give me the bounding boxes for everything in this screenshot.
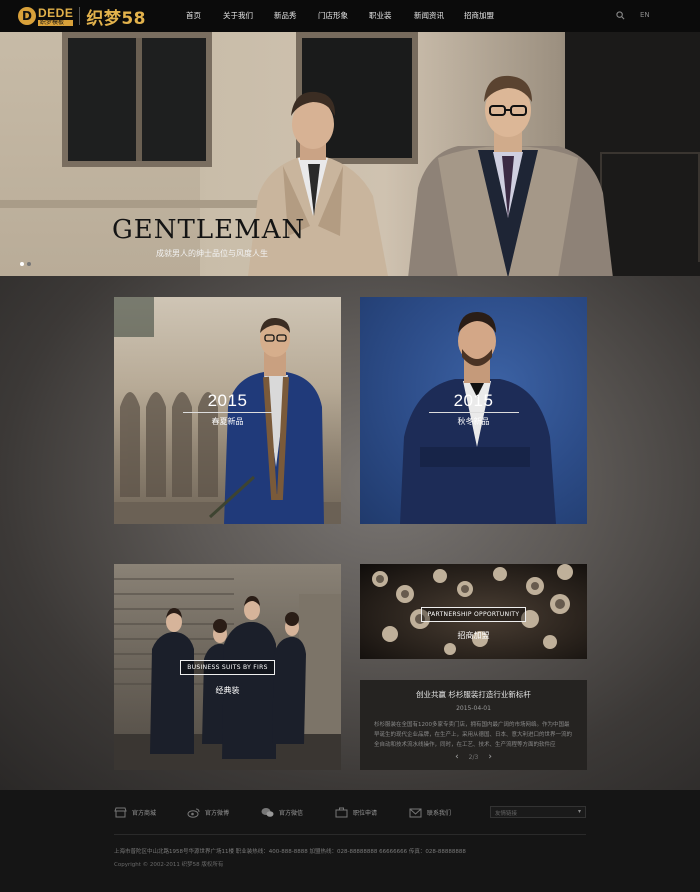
select-placeholder: 友情链接: [495, 811, 518, 817]
tile-partnership[interactable]: PARTNERSHIP OPPORTUNITY 招商加盟: [360, 564, 587, 659]
friend-links-select[interactable]: 友情链接 ▾: [490, 806, 586, 818]
logo[interactable]: D DEDE 织梦模板 织梦58: [18, 5, 147, 29]
partnership-caption: PARTNERSHIP OPPORTUNITY: [420, 607, 527, 622]
nav-news[interactable]: 新闻资讯: [414, 10, 444, 21]
next-arrow-icon[interactable]: ›: [488, 752, 492, 762]
site-footer: 官方商城 官方微博 官方微信 职位申请 联系我们 友情链接 ▾ 上海市普陀区中山…: [0, 790, 700, 892]
footer-link-contact[interactable]: 联系我们: [409, 807, 451, 818]
tile-year: 2015: [207, 391, 248, 410]
tile-season: 秋冬新品: [457, 417, 490, 426]
shop-icon: [114, 807, 127, 818]
tile-autumn-winter[interactable]: 2015 秋冬新品: [360, 297, 587, 524]
footer-link-label: 官方微博: [205, 810, 230, 817]
product-showcase: 2015 春夏新品 2015 秋冬新品 BUSINESS SUITS BY FI…: [0, 276, 700, 790]
logo-brand: 织梦58: [86, 8, 147, 29]
tile-caption: 招商加盟: [457, 631, 490, 640]
nav-about[interactable]: 关于我们: [223, 10, 253, 21]
nav-franchise[interactable]: 招商加盟: [464, 10, 494, 21]
nav-stores[interactable]: 门店形象: [318, 10, 348, 21]
weibo-icon: [187, 808, 200, 818]
mail-icon: [409, 808, 422, 818]
logo-dede: DEDE: [38, 5, 74, 20]
footer-link-jobs[interactable]: 职位申请: [335, 807, 377, 818]
footer-link-weibo[interactable]: 官方微博: [187, 807, 229, 818]
nav-uniform[interactable]: 职业装: [369, 10, 392, 21]
footer-link-label: 官方微信: [279, 810, 304, 817]
hero-banner[interactable]: GENTLEMAN 成就男人的绅士品位与风度人生: [0, 32, 700, 276]
footer-copyright: Copyright © 2002-2011 织梦58 版权所有: [114, 862, 224, 868]
logo-mark: D: [18, 7, 36, 25]
wechat-icon: [261, 808, 274, 817]
business-suits-caption: BUSINESS SUITS BY FIRS: [180, 660, 275, 675]
footer-divider: [114, 834, 586, 835]
nav-home[interactable]: 首页: [186, 10, 201, 21]
news-excerpt: 杉杉服装在全国有1200多家专卖门店，拥有国内最广阔的市场网络。作为中国最早诞生…: [374, 722, 573, 748]
news-card: 创业共赢 杉杉服装打造行业新标杆 2015-04-01 杉杉服装在全国有1200…: [360, 680, 587, 770]
tile-year: 2015: [453, 391, 494, 410]
tile-season: 春夏新品: [211, 417, 244, 426]
slider-dots: [20, 262, 31, 266]
page-indicator: 2/3: [468, 753, 479, 761]
tile-caption: 经典装: [215, 686, 240, 695]
footer-link-shop[interactable]: 官方商城: [114, 807, 156, 818]
background-window: [62, 32, 212, 167]
model-puffer-vest-image: [408, 75, 613, 276]
nav-new[interactable]: 新品秀: [274, 10, 297, 21]
footer-link-label: 联系我们: [427, 810, 452, 817]
footer-link-label: 职位申请: [353, 810, 378, 817]
logo-divider: [79, 7, 81, 25]
tile-spring-summer[interactable]: 2015 春夏新品: [114, 297, 341, 524]
news-pager: ‹ 2/3 ›: [360, 752, 587, 762]
logo-sub: 织梦模板: [38, 19, 74, 26]
site-header: D DEDE 织梦模板 织梦58 首页 关于我们 新品秀 门店形象 职业装 新闻…: [0, 0, 700, 32]
job-icon: [335, 807, 348, 818]
hero-title: GENTLEMAN: [112, 215, 306, 245]
footer-link-wechat[interactable]: 官方微信: [261, 807, 303, 818]
footer-address: 上海市普陀区中山北路1958号华源世界广场11楼 职业装热线：400-888-8…: [114, 849, 466, 855]
language-link[interactable]: EN: [640, 11, 650, 19]
prev-arrow-icon[interactable]: ‹: [455, 752, 459, 762]
slider-dot[interactable]: [27, 262, 31, 266]
tile-business-suits[interactable]: BUSINESS SUITS BY FIRS 经典装: [114, 564, 341, 770]
chevron-down-icon: ▾: [577, 808, 581, 815]
slider-dot[interactable]: [20, 262, 24, 266]
search-icon[interactable]: [616, 11, 625, 20]
footer-link-label: 官方商城: [132, 810, 157, 817]
hero-subtitle: 成就男人的绅士品位与风度人生: [156, 249, 268, 258]
news-date: 2015-04-01: [456, 705, 491, 712]
news-title[interactable]: 创业共赢 杉杉服装打造行业新标杆: [360, 689, 587, 700]
